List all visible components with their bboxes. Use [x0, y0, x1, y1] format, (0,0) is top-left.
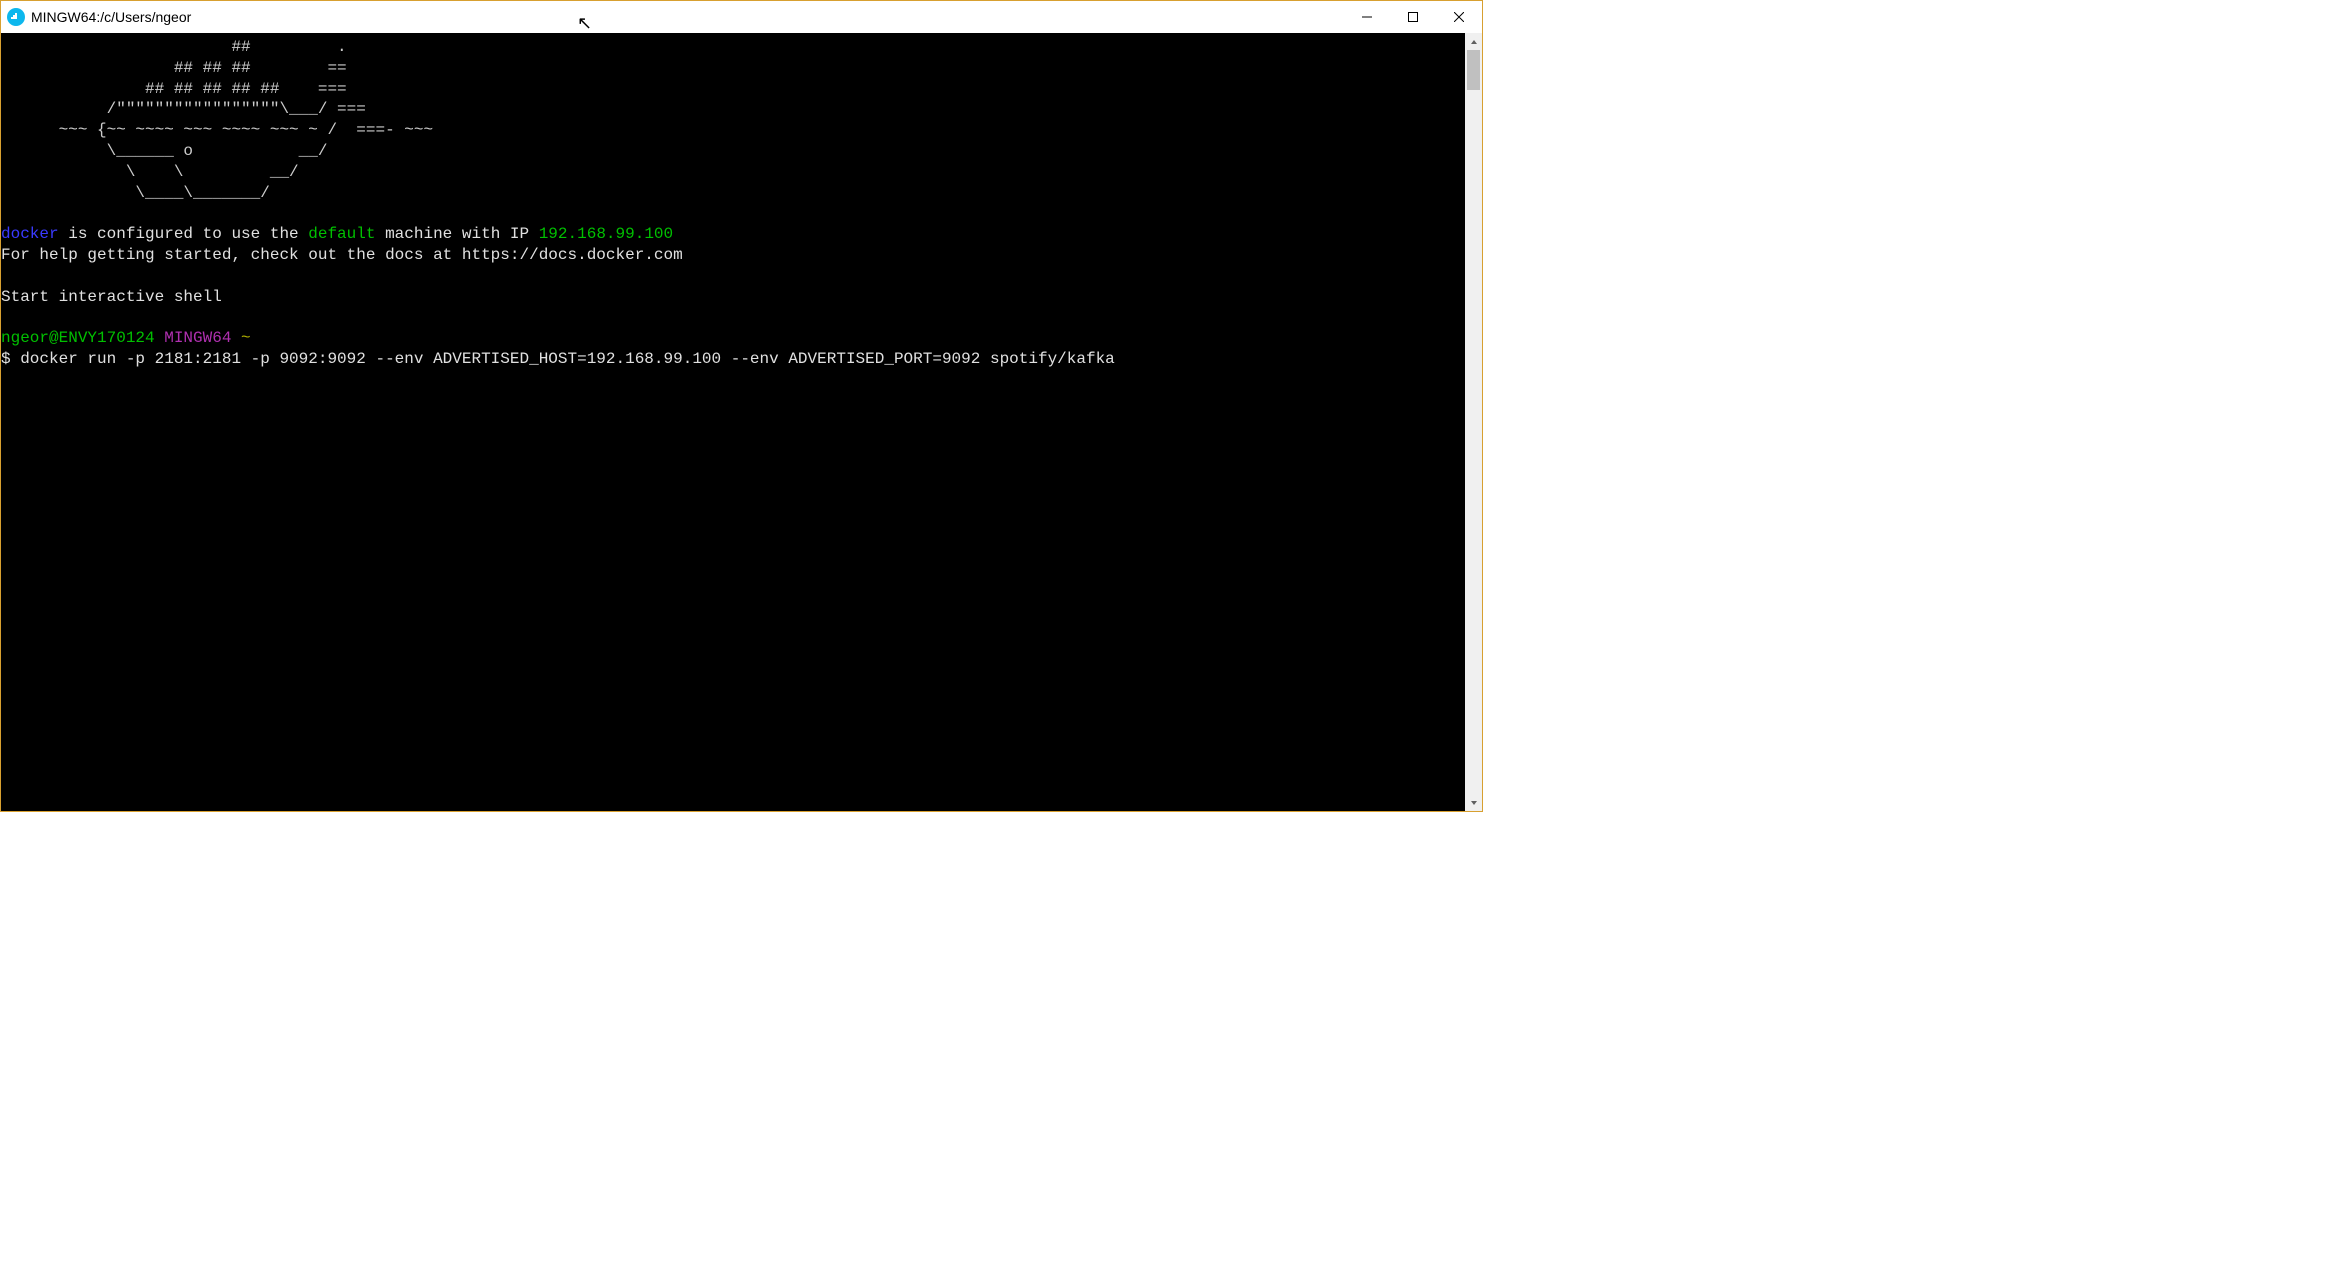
prompt-shellname: MINGW64: [155, 329, 241, 347]
scrollbar[interactable]: [1465, 33, 1482, 811]
config-text-2: machine with IP: [375, 225, 538, 243]
prompt-userhost: ngeor@ENVY170124: [1, 329, 155, 347]
window-title: MINGW64:/c/Users/ngeor: [31, 9, 191, 25]
terminal-area[interactable]: ## . ## ## ## == ## ## ## ## ## === /"""…: [1, 33, 1482, 811]
close-button[interactable]: [1436, 1, 1482, 33]
ip-address: 192.168.99.100: [539, 225, 673, 243]
command-text: docker run -p 2181:2181 -p 9092:9092 --e…: [20, 350, 1115, 368]
help-line: For help getting started, check out the …: [1, 246, 683, 264]
scrollbar-track[interactable]: [1465, 50, 1482, 794]
titlebar[interactable]: MINGW64:/c/Users/ngeor ↖: [1, 1, 1482, 33]
docker-word: docker: [1, 225, 59, 243]
minimize-button[interactable]: [1344, 1, 1390, 33]
mouse-cursor-icon: ↖: [577, 13, 592, 34]
start-shell-line: Start interactive shell: [1, 288, 222, 306]
prompt-path: ~: [241, 329, 251, 347]
window-controls: [1344, 1, 1482, 33]
scroll-down-button[interactable]: [1465, 794, 1482, 811]
scrollbar-thumb[interactable]: [1467, 50, 1480, 90]
maximize-button[interactable]: [1390, 1, 1436, 33]
ascii-art: ## . ## ## ## == ## ## ## ## ## === /"""…: [1, 38, 433, 202]
scroll-up-button[interactable]: [1465, 33, 1482, 50]
default-word: default: [308, 225, 375, 243]
prompt-dollar: $: [1, 350, 20, 368]
config-text-1: is configured to use the: [59, 225, 309, 243]
docker-whale-icon: [7, 8, 25, 26]
